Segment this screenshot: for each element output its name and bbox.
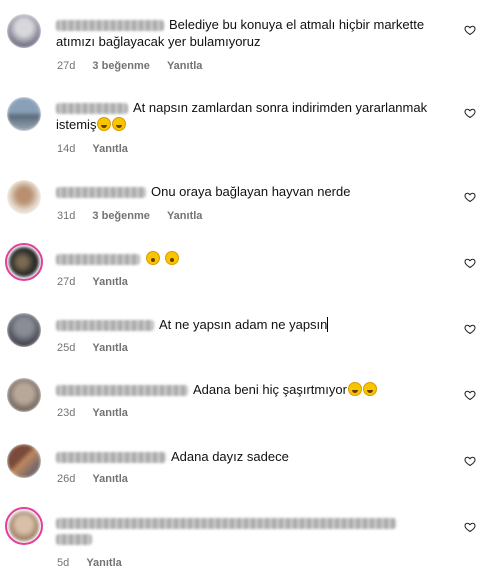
grinning-face-with-sweat-emoji [112, 117, 127, 131]
likes-count[interactable]: 3 beğenme [92, 60, 149, 72]
reply-button[interactable]: Yanıtla [92, 276, 127, 288]
reply-button[interactable]: Yanıtla [92, 143, 127, 155]
comment-body: At ne yapsın adam ne yapsın [56, 316, 454, 333]
comment-time: 27d [57, 60, 76, 72]
comment-body: Onu oraya bağlayan hayvan nerde [56, 183, 454, 200]
avatar[interactable] [7, 180, 41, 214]
comment-time: 5d [57, 557, 70, 569]
comment-meta: 25d Yanıtla [57, 342, 142, 355]
text-cursor [327, 317, 329, 332]
comment-time: 25d [57, 342, 76, 354]
heart-icon[interactable] [464, 455, 476, 467]
avatar[interactable] [7, 313, 41, 347]
astonished-face-emoji [164, 251, 179, 265]
comment-text: Adana beni hiç şaşırtmıyor [193, 382, 347, 397]
comment-time: 26d [57, 473, 76, 485]
comment-body: Belediye bu konuya el atmalı hiçbir mark… [56, 16, 454, 50]
heart-icon[interactable] [464, 107, 476, 119]
username[interactable] [56, 518, 396, 530]
heart-icon[interactable] [464, 191, 476, 203]
comment-body: At napsın zamlardan sonra indirimden yar… [56, 99, 454, 133]
comment-meta: 23d Yanıtla [57, 407, 142, 420]
comment-body [56, 514, 454, 545]
username[interactable] [56, 320, 154, 332]
comment-meta: 26d Yanıtla [57, 473, 142, 486]
heart-icon[interactable] [464, 389, 476, 401]
avatar[interactable] [5, 243, 43, 281]
reply-button[interactable]: Yanıtla [92, 473, 127, 485]
username[interactable] [56, 103, 128, 115]
reply-button[interactable]: Yanıtla [86, 557, 121, 569]
avatar[interactable] [5, 507, 43, 545]
reply-button[interactable]: Yanıtla [92, 342, 127, 354]
grinning-face-with-sweat-emoji [347, 382, 362, 396]
reply-button[interactable]: Yanıtla [167, 210, 202, 222]
comment-meta: 27d Yanıtla [57, 276, 142, 289]
reply-button[interactable]: Yanıtla [167, 60, 202, 72]
username[interactable] [56, 254, 140, 266]
grinning-face-with-sweat-emoji [362, 382, 377, 396]
comment-meta: 31d 3 beğenme Yanıtla [57, 210, 216, 223]
heart-icon[interactable] [464, 323, 476, 335]
reply-button[interactable]: Yanıtla [92, 407, 127, 419]
avatar[interactable] [7, 14, 41, 48]
grinning-face-with-sweat-emoji [97, 117, 112, 131]
comment-text: Adana dayız sadece [171, 449, 289, 464]
comment-time: 14d [57, 143, 76, 155]
comment-time: 31d [57, 210, 76, 222]
comment-body [56, 250, 454, 267]
comment-meta: 5d Yanıtla [57, 557, 136, 570]
heart-icon[interactable] [464, 257, 476, 269]
username[interactable] [56, 452, 166, 464]
username [56, 534, 92, 545]
avatar[interactable] [7, 97, 41, 131]
likes-count[interactable]: 3 beğenme [92, 210, 149, 222]
comment-text: Onu oraya bağlayan hayvan nerde [151, 184, 351, 199]
comment-body: Adana dayız sadece [56, 448, 454, 465]
comment-text: At ne yapsın adam ne yapsın [159, 317, 328, 332]
avatar[interactable] [7, 444, 41, 478]
comment-time: 27d [57, 276, 76, 288]
comment-meta: 27d 3 beğenme Yanıtla [57, 60, 216, 73]
astonished-face-emoji [146, 251, 160, 265]
username[interactable] [56, 385, 188, 397]
comment-meta: 14d Yanıtla [57, 143, 142, 156]
username[interactable] [56, 20, 164, 32]
comment-time: 23d [57, 407, 76, 419]
heart-icon[interactable] [464, 24, 476, 36]
comment-body: Adana beni hiç şaşırtmıyor [56, 381, 454, 398]
username[interactable] [56, 187, 146, 199]
avatar[interactable] [7, 378, 41, 412]
heart-icon[interactable] [464, 521, 476, 533]
